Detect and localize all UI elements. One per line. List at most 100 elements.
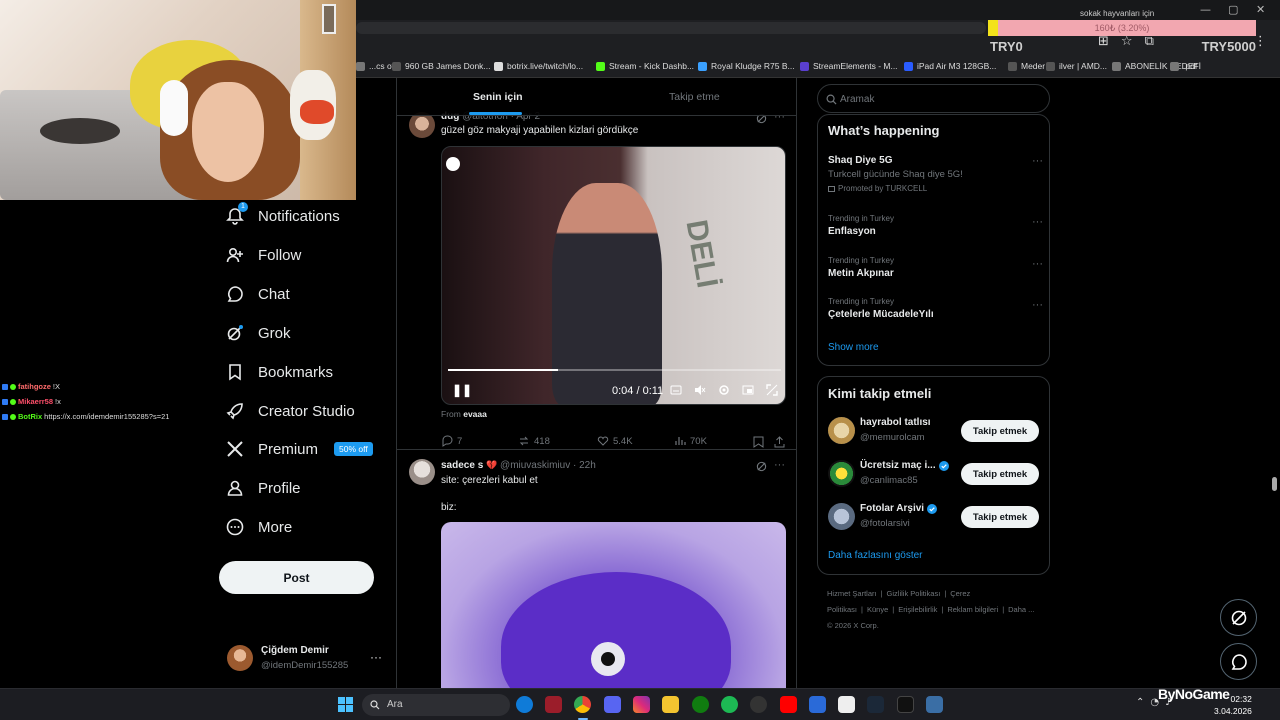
chevron-up-icon[interactable]: ⌃ — [1136, 697, 1144, 708]
nav-item-bookmarks[interactable]: Bookmarks — [226, 363, 333, 381]
mail-app-icon[interactable] — [545, 696, 562, 713]
avatar[interactable] — [828, 503, 855, 530]
pip-icon[interactable] — [742, 384, 754, 396]
scrollbar[interactable] — [1272, 477, 1277, 491]
nav-item-chat[interactable]: Chat — [226, 285, 290, 303]
trend-item[interactable]: Trending in Turkey Çetelerle MücadeleYıl… — [828, 297, 1043, 320]
footer-link[interactable]: Erişilebilirlik — [898, 605, 937, 614]
footer-link[interactable]: Künye — [867, 605, 888, 614]
captions-icon[interactable] — [670, 384, 682, 396]
share-icon[interactable] — [774, 436, 785, 448]
bookmark-icon[interactable] — [753, 436, 764, 448]
trend-item[interactable]: Shaq Diye 5G Turkcell gücünde Shaq diye … — [828, 155, 1043, 193]
youtube-icon[interactable] — [780, 696, 797, 713]
photos-icon[interactable] — [809, 696, 826, 713]
grok-icon[interactable] — [756, 461, 767, 472]
bookmark-item[interactable]: ilver | AMD... — [1046, 61, 1107, 71]
tiktok-icon[interactable] — [897, 696, 914, 713]
settings-icon[interactable] — [718, 384, 730, 396]
follow-suggestion[interactable]: Fotolar Arşivi @fotolarsivi Takip etmek — [828, 502, 1043, 532]
mute-icon[interactable] — [694, 384, 706, 396]
nav-item-notifications[interactable]: 1 Notifications — [226, 202, 340, 225]
timeline-tabs: Senin için Takip etme — [397, 78, 796, 116]
repost-button[interactable]: 418 — [518, 435, 550, 447]
nav-item-grok[interactable]: Grok — [226, 324, 291, 342]
footer-link[interactable]: Hizmet Şartları — [827, 589, 877, 598]
media-pupil — [601, 652, 615, 666]
bookmark-item[interactable]: Stream - Kick Dashb... — [596, 61, 694, 71]
trend-more-icon[interactable]: ··· — [1032, 216, 1043, 228]
address-bar[interactable] — [356, 22, 986, 34]
footer-link[interactable]: Gizlilik Politikası — [887, 589, 941, 598]
avatar[interactable] — [409, 459, 435, 485]
bookmark-item[interactable]: 960 GB James Donk... — [392, 61, 491, 71]
more-icon[interactable]: ··· — [370, 650, 382, 664]
search-box[interactable] — [817, 84, 1050, 113]
avatar[interactable] — [828, 417, 855, 444]
tab-for-you[interactable]: Senin için — [473, 91, 523, 103]
tweet-author-name[interactable]: sadece s — [441, 460, 483, 471]
bookmark-item[interactable]: Royal Kludge R75 B... — [698, 61, 795, 71]
nav-item-more[interactable]: More — [226, 518, 292, 536]
post-button[interactable]: Post — [219, 561, 374, 594]
footer-link[interactable]: Reklam bilgileri — [947, 605, 998, 614]
trend-item[interactable]: Trending in Turkey Metin Akpınar ··· — [828, 256, 1043, 279]
file-explorer-icon[interactable] — [662, 696, 679, 713]
spotify-icon[interactable] — [721, 696, 738, 713]
pause-icon[interactable]: ❚❚ — [452, 383, 472, 397]
tweet-more-icon[interactable]: ··· — [774, 459, 785, 471]
account-switcher[interactable]: Çiğdem Demir @idemDemir155285 ··· — [227, 644, 387, 674]
video-progress-bar[interactable] — [448, 369, 781, 371]
fullscreen-icon[interactable] — [766, 384, 778, 396]
xbox-icon[interactable] — [692, 696, 709, 713]
edge-icon[interactable] — [516, 696, 533, 713]
reply-button[interactable]: 7 — [441, 435, 462, 447]
avatar[interactable] — [828, 460, 855, 487]
messages-float-button[interactable] — [1220, 643, 1257, 680]
footer-link[interactable]: Daha ... — [1008, 605, 1034, 614]
chrome-icon[interactable] — [574, 696, 591, 713]
show-more-link[interactable]: Show more — [828, 342, 879, 353]
trend-more-icon[interactable]: ··· — [1032, 155, 1043, 167]
follow-button[interactable]: Takip etmek — [961, 420, 1039, 442]
nav-item-profile[interactable]: Profile — [226, 479, 301, 497]
follow-suggestion[interactable]: Ücretsiz maç i... @canlimac85 Takip etme… — [828, 459, 1043, 489]
tweet-author-handle[interactable]: @miuvaskimiuv — [500, 460, 570, 471]
trend-item[interactable]: Trending in Turkey Enflasyon ··· — [828, 214, 1043, 237]
tab-following[interactable]: Takip etme — [669, 91, 720, 103]
follow-button[interactable]: Takip etmek — [961, 463, 1039, 485]
views-button[interactable]: 70K — [674, 435, 707, 447]
nav-item-premium[interactable]: Premium 50% off — [226, 440, 373, 458]
bookmark-item[interactable]: StreamElements - M... — [800, 61, 898, 71]
search-input[interactable] — [840, 90, 1040, 108]
tweet-time[interactable]: · 22h — [573, 460, 596, 471]
instagram-icon[interactable] — [633, 696, 650, 713]
bookmark-item[interactable]: iPad Air M3 128GB... — [904, 61, 996, 71]
follow-suggestion[interactable]: hayrabol tatlısı @memurolcam Takip etmek — [828, 416, 1043, 446]
follow-button[interactable]: Takip etmek — [961, 506, 1039, 528]
windows-start-icon[interactable] — [338, 697, 353, 712]
video-player[interactable]: DELİ ❚❚ 0:04 / 0:11 — [441, 146, 786, 405]
nav-item-follow[interactable]: Follow — [226, 246, 301, 264]
discord-icon[interactable] — [604, 696, 621, 713]
taskbar-search[interactable]: Ara — [362, 694, 510, 716]
trend-more-icon[interactable]: ··· — [1032, 299, 1043, 311]
tweet[interactable]: sadece s 💔 @miuvaskimiuv · 22h ··· site:… — [397, 451, 796, 688]
tweet-media[interactable] — [441, 522, 786, 688]
show-more-link[interactable]: Daha fazlasını göster — [828, 550, 923, 561]
grok-float-button[interactable] — [1220, 599, 1257, 636]
bookmark-item[interactable]: .pdf — [1170, 61, 1197, 71]
nav-item-creator-studio[interactable]: Creator Studio — [226, 402, 355, 420]
trend-more-icon[interactable]: ··· — [1032, 258, 1043, 270]
notepad-icon[interactable] — [838, 696, 855, 713]
close-icon[interactable]: ✕ — [1256, 3, 1265, 16]
steam-icon[interactable] — [867, 696, 884, 713]
bookmark-item[interactable]: botrix.live/twitch/lo... — [494, 61, 583, 71]
video-source[interactable]: From evaaa — [441, 409, 487, 419]
settings-app-icon[interactable] — [926, 696, 943, 713]
like-button[interactable]: 5.4K — [597, 435, 633, 447]
bookmark-item[interactable]: Meder — [1008, 61, 1045, 71]
tweet[interactable]: dug @aitothon · Apr 2 ··· güzel göz maky… — [397, 106, 796, 450]
obs-icon[interactable] — [750, 696, 767, 713]
from-user[interactable]: evaaa — [463, 409, 487, 419]
